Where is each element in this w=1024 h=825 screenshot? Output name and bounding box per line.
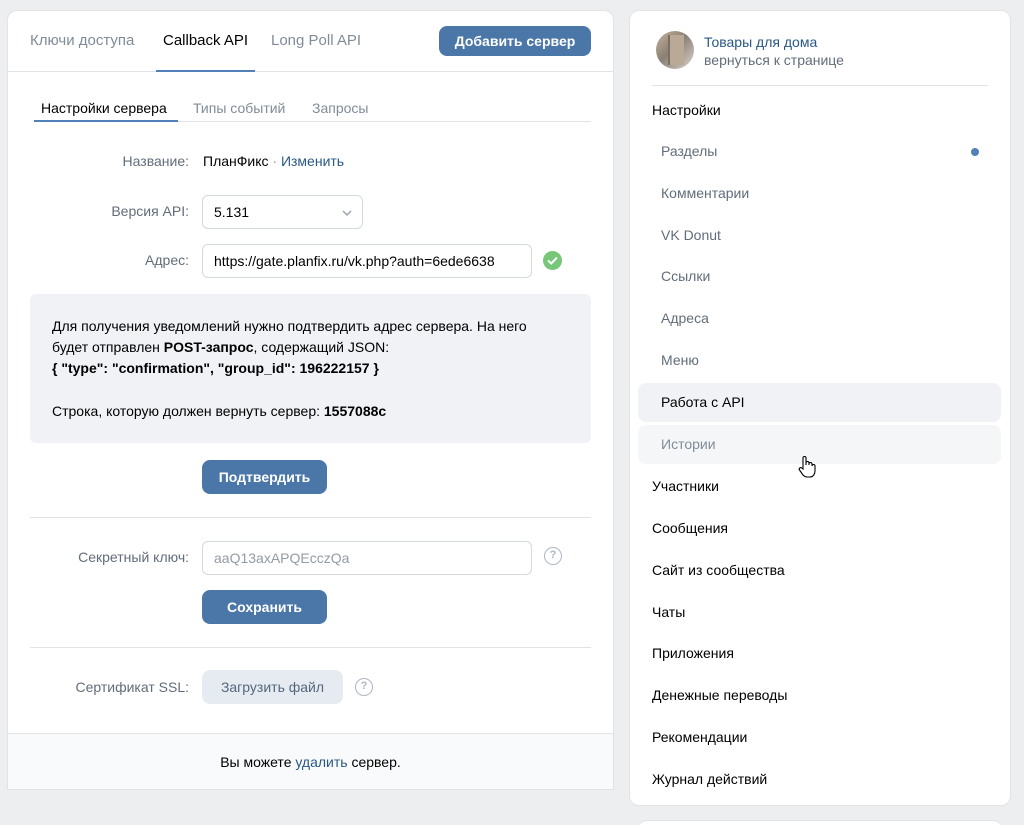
sidebar-next-card (637, 820, 1003, 825)
divider (30, 517, 591, 518)
tab-access-keys[interactable]: Ключи доступа (30, 31, 134, 50)
info-line-2: будет отправлен POST-запрос, содержащий … (52, 337, 569, 358)
subtab-active-indicator (34, 120, 178, 122)
menu-item-messages[interactable]: Сообщения (652, 519, 1002, 537)
add-server-button[interactable]: Добавить сервер (439, 26, 591, 56)
info-json: { "type": "confirmation", "group_id": 19… (52, 360, 379, 376)
api-version-select[interactable]: 5.131 (202, 195, 363, 229)
edit-name-link[interactable]: Изменить (281, 153, 344, 169)
menu-sub-comments[interactable]: Комментарии (638, 174, 1001, 213)
menu-item-action-log[interactable]: Журнал действий (652, 770, 1002, 788)
address-label: Адрес: (145, 252, 189, 268)
name-separator: · (268, 153, 281, 169)
divider (652, 85, 988, 86)
top-tabs: Ключи доступа Callback API Long Poll API… (8, 11, 613, 72)
sub-tabs: Настройки сервера Типы событий Запросы (34, 72, 591, 122)
menu-item-apps[interactable]: Приложения (652, 644, 1002, 662)
tab-event-types[interactable]: Типы событий (193, 100, 285, 116)
menu-sub-api[interactable]: Работа с API (638, 383, 1001, 422)
confirmation-info-box: Для получения уведомлений нужно подтверд… (30, 294, 591, 443)
back-to-page-link[interactable]: вернуться к странице (704, 51, 844, 69)
menu-sub-label: Разделы (661, 143, 718, 159)
divider (30, 647, 591, 648)
tab-server-settings[interactable]: Настройки сервера (41, 100, 167, 116)
server-name: ПланФикс · Изменить (203, 152, 344, 170)
info-line-1: Для получения уведомлений нужно подтверд… (52, 318, 527, 334)
hand-cursor-icon (798, 456, 816, 478)
footer: Вы можете удалить сервер. (8, 733, 613, 789)
save-button[interactable]: Сохранить (202, 590, 327, 624)
menu-item-chats[interactable]: Чаты (652, 603, 1002, 621)
delete-server-link[interactable]: удалить (295, 754, 347, 770)
info-return-prefix: Строка, которую должен вернуть сервер: (52, 403, 324, 419)
unread-dot-icon (971, 148, 979, 156)
avatar[interactable] (656, 31, 694, 69)
menu-item-site[interactable]: Сайт из сообщества (652, 561, 1002, 579)
group-name-link[interactable]: Товары для дома (704, 33, 817, 51)
footer-suffix: сервер. (347, 754, 401, 770)
server-name-value: ПланФикс (203, 153, 269, 169)
secret-key-input[interactable]: aaQ13axAPQEcczQa (202, 541, 532, 575)
ssl-label: Сертификат SSL: (75, 679, 189, 695)
menu-item-recommendations[interactable]: Рекомендации (652, 728, 1002, 746)
check-circle-icon (543, 251, 562, 270)
server-address-input[interactable]: https://gate.planfix.ru/vk.php?auth=6ede… (202, 244, 532, 278)
secret-key-label: Секретный ключ: (78, 549, 189, 565)
info-line-2-prefix: будет отправлен (52, 339, 164, 355)
help-icon[interactable]: ? (355, 678, 373, 696)
menu-sub-addresses[interactable]: Адреса (638, 299, 1001, 338)
menu-sub-stories[interactable]: Истории (638, 425, 1001, 464)
footer-prefix: Вы можете (220, 754, 296, 770)
tab-requests[interactable]: Запросы (312, 100, 368, 116)
name-label: Название: (122, 153, 189, 169)
chevron-down-icon (342, 210, 352, 217)
menu-item-members[interactable]: Участники (652, 477, 1002, 495)
menu-item-transfers[interactable]: Денежные переводы (652, 686, 1002, 704)
upload-file-button[interactable]: Загрузить файл (202, 670, 343, 704)
menu-item-settings[interactable]: Настройки (652, 101, 1002, 119)
info-line-2-suffix: , содержащий JSON: (253, 339, 390, 355)
menu-sub-vk-donut[interactable]: VK Donut (638, 216, 1001, 255)
api-version-value: 5.131 (214, 204, 250, 220)
settings-sidebar: Товары для дома вернуться к странице Нас… (629, 10, 1011, 806)
menu-sub-menu[interactable]: Меню (638, 341, 1001, 380)
info-return-line: Строка, которую должен вернуть сервер: 1… (52, 401, 569, 422)
tab-callback-api[interactable]: Callback API (163, 31, 248, 50)
help-icon[interactable]: ? (544, 547, 562, 565)
api-version-label: Версия API: (111, 203, 189, 219)
info-post-request: POST-запрос (163, 339, 254, 355)
menu-sub-sections[interactable]: Разделы (638, 132, 1001, 171)
confirm-button[interactable]: Подтвердить (202, 460, 327, 494)
callback-api-panel: Ключи доступа Callback API Long Poll API… (7, 10, 614, 790)
menu-sub-links[interactable]: Ссылки (638, 257, 1001, 296)
confirmation-code: 1557088c (323, 403, 387, 419)
tab-long-poll-api[interactable]: Long Poll API (271, 31, 361, 50)
